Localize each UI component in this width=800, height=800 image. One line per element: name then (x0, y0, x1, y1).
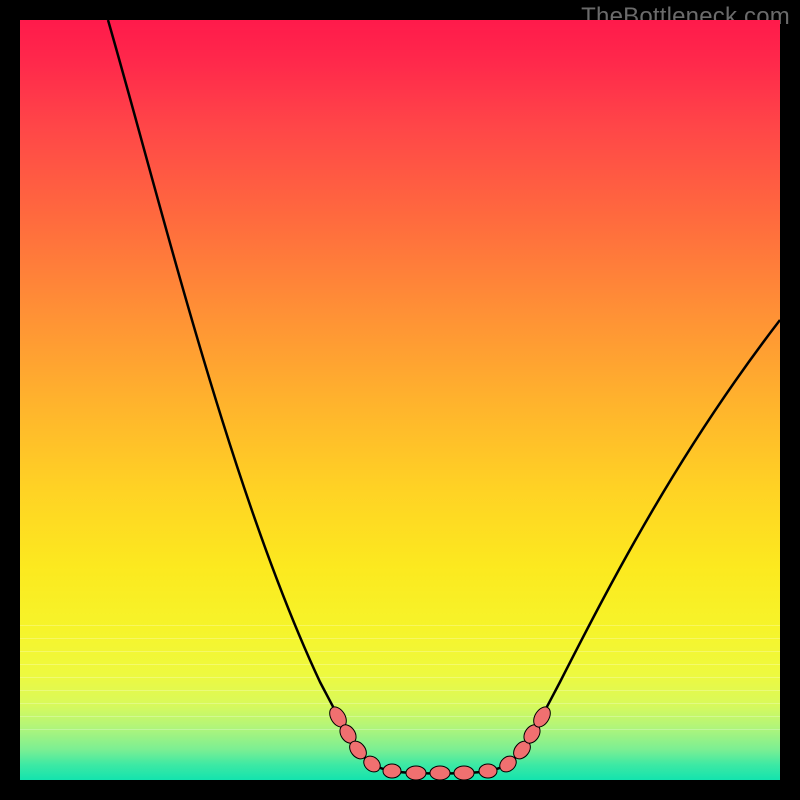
valley-dot (383, 764, 401, 778)
valley-dots-group (326, 704, 554, 780)
bottleneck-curve (108, 20, 780, 774)
valley-dot (406, 766, 426, 780)
chart-svg (20, 20, 780, 780)
chart-frame (20, 20, 780, 780)
valley-dot (454, 766, 474, 780)
valley-dot (430, 766, 450, 780)
valley-dot (479, 764, 497, 778)
